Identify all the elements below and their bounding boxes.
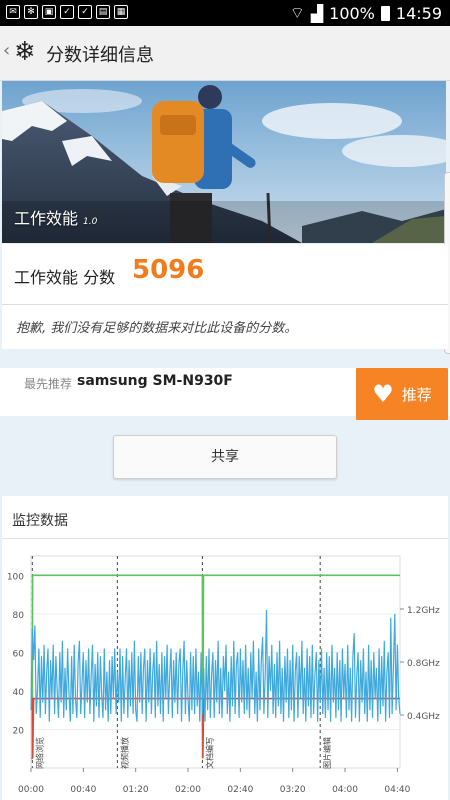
image-bag-icon: ▤ xyxy=(96,5,110,19)
x-tick-label: 02:00 xyxy=(175,785,201,795)
y-left-tick-label: 80 xyxy=(13,611,25,621)
y-right-tick-label: 0.8GHz xyxy=(407,659,440,669)
hero-title: 工作效能 1.0 xyxy=(14,205,97,229)
x-tick-label: 04:00 xyxy=(332,785,358,795)
monitor-card: 监控数据 100 80 60 40 20 1.2GHz 0.8GHz 0.4GHz 00:00 0… xyxy=(2,496,448,800)
app-bar: ‹ ❄ 分数详细信息 xyxy=(0,26,450,81)
series-line xyxy=(31,697,400,759)
page-title: 分数详细信息 xyxy=(46,45,154,66)
x-tick-label: 01:20 xyxy=(123,785,149,795)
section-label: 图片编辑 xyxy=(322,737,332,769)
y-right-tick-label: 1.2GHz xyxy=(407,606,440,616)
y-left-tick-label: 60 xyxy=(13,649,25,659)
notification-icons: ✉ ✻ ▣ ✓ ✓ ▤ ▦ xyxy=(6,5,128,19)
x-tick-label: 04:40 xyxy=(384,785,410,795)
section-label: 文档编写 xyxy=(204,737,214,769)
clock: 14:59 xyxy=(395,3,442,23)
hero-title-text: 工作效能 xyxy=(14,209,79,228)
x-tick-label: 00:40 xyxy=(70,785,96,795)
y-right-tick-label: 0.4GHz xyxy=(407,712,440,722)
snowflake-icon: ✻ xyxy=(24,5,38,19)
recommend-button-label: 推荐 xyxy=(401,385,432,404)
notice-text: 抱歉, 我们没有足够的数据来对比此设备的分数。 xyxy=(16,321,298,336)
section-label: 网络浏览 xyxy=(34,737,44,769)
x-tick-label: 03:20 xyxy=(280,785,306,795)
recommend-device: samsung SM-N930F xyxy=(77,373,233,389)
app-logo-icon[interactable]: ❄ xyxy=(14,38,36,66)
y-left-tick-label: 20 xyxy=(13,726,25,736)
y-left-tick-label: 40 xyxy=(13,688,25,698)
monitor-chart: 100 80 60 40 20 1.2GHz 0.8GHz 0.4GHz 00:00 00:40 0… xyxy=(7,555,440,795)
sd-card-icon: ▦ xyxy=(114,5,128,19)
battery-level: 100% xyxy=(329,3,375,23)
x-tick-label: 02:40 xyxy=(227,785,253,795)
recommend-button[interactable]: ♥ 推荐 xyxy=(356,368,448,420)
y-left-tick-label: 100 xyxy=(7,572,24,582)
wifi-icon: ⌔ xyxy=(289,3,305,22)
recommend-row: 最先推荐 samsung SM-N930F ♥ 推荐 xyxy=(0,368,450,420)
signal-icon: ▟ xyxy=(310,3,324,23)
check-bag-icon: ✓ xyxy=(78,5,92,19)
image-icon: ▣ xyxy=(42,5,56,19)
hero-version: 1.0 xyxy=(83,217,98,227)
recommend-prefix: 最先推荐 xyxy=(24,377,73,391)
score-label: 工作效能 分数 xyxy=(14,268,116,287)
share-button[interactable]: 共享 xyxy=(113,435,337,479)
section-label: 视频播放 xyxy=(119,737,129,769)
series-line xyxy=(30,609,401,722)
check-bag-icon: ✓ xyxy=(60,5,74,19)
hero-banner: 工作效能 1.0 xyxy=(2,81,446,243)
mail-icon: ✉ xyxy=(6,5,20,19)
status-bar: ✉ ✻ ▣ ✓ ✓ ▤ ▦ ⌔ ▟ 100% 14:59 xyxy=(0,0,450,26)
x-tick-label: 00:00 xyxy=(18,785,44,795)
score-card: 工作效能 分数 5096 xyxy=(2,244,448,305)
back-chevron-icon[interactable]: ‹ xyxy=(3,40,10,61)
battery-icon xyxy=(380,5,390,21)
notice-card: 抱歉, 我们没有足够的数据来对比此设备的分数。 xyxy=(2,305,448,349)
score-value: 5096 xyxy=(132,255,205,285)
heart-icon: ♥ xyxy=(372,380,394,408)
